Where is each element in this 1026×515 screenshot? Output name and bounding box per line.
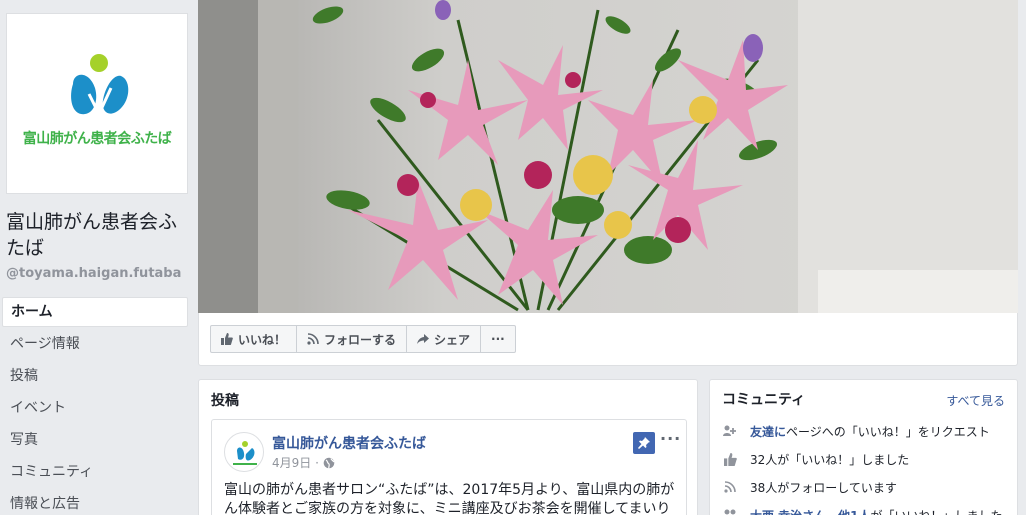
cover-photo[interactable] — [198, 0, 1018, 313]
likes-count-text: 32人が「いいね！」しました — [750, 452, 910, 467]
community-row-follows: 38人がフォローしています — [722, 477, 897, 497]
nav-item-info-ads[interactable]: 情報と広告 — [2, 489, 188, 515]
follow-label: フォローする — [324, 332, 397, 347]
rss-icon — [307, 333, 319, 345]
nav-item-events[interactable]: イベント — [2, 393, 188, 425]
flower-arrangement-image — [198, 0, 1018, 313]
thumbs-up-icon — [221, 333, 233, 345]
more-options-button[interactable]: ··· — [480, 325, 516, 353]
nav-item-community[interactable]: コミュニティ — [2, 457, 188, 489]
nav-item-about[interactable]: ページ情報 — [2, 329, 188, 361]
friends-liked-text: が「いいね！」しました — [871, 507, 1003, 515]
community-row-friends-liked: 大西 幸治さん、他1人 が「いいね！」しました — [722, 505, 1003, 515]
share-button[interactable]: シェア — [406, 325, 482, 353]
invite-friends-link[interactable]: 友達に — [750, 423, 786, 440]
nav-item-photos[interactable]: 写真 — [2, 425, 188, 457]
left-sidebar: 富山肺がん患者会ふたば 富山肺がん患者会ふたば @toyama.haigan.f… — [0, 0, 198, 515]
community-section: コミュニティ すべて見る 友達に ページへの「いいね！」をリクエスト 32人が「… — [709, 379, 1018, 515]
follows-count-text: 38人がフォローしています — [750, 480, 897, 495]
post-avatar[interactable] — [224, 432, 264, 472]
community-row-likes: 32人が「いいね！」しました — [722, 449, 909, 469]
ellipsis-icon: ··· — [491, 332, 505, 346]
see-all-link[interactable]: すべて見る — [946, 392, 1005, 409]
share-label: シェア — [434, 332, 471, 347]
pin-icon[interactable] — [633, 432, 655, 454]
sidebar-nav: ホーム ページ情報 投稿 イベント 写真 コミュニティ 情報と広告 — [2, 297, 188, 515]
nav-item-posts[interactable]: 投稿 — [2, 361, 188, 393]
invite-friends-icon — [722, 425, 738, 437]
community-title[interactable]: コミュニティ — [722, 389, 805, 409]
post-author[interactable]: 富山肺がん患者会ふたば — [272, 433, 426, 453]
like-label: いいね！ — [238, 332, 287, 347]
logo-text: 富山肺がん患者会ふたば — [22, 131, 172, 147]
post-date-text: 4月9日 · — [272, 456, 319, 470]
post-body: 富山の肺がん患者サロン“ふたば”は、2017年5月より、富山県内の肺がん体験者と… — [224, 482, 675, 515]
profile-picture[interactable]: 富山肺がん患者会ふたば — [6, 13, 188, 194]
page-title[interactable]: 富山肺がん患者会ふたば — [6, 209, 194, 261]
page-handle[interactable]: @toyama.haigan.futaba — [6, 266, 181, 281]
friends-icon — [722, 509, 738, 515]
invite-text: ページへの「いいね！」をリクエスト — [786, 424, 990, 439]
post-date[interactable]: 4月9日 · — [272, 454, 335, 471]
nav-item-home[interactable]: ホーム — [2, 297, 188, 327]
posts-title[interactable]: 投稿 — [211, 390, 239, 410]
share-arrow-icon — [417, 333, 430, 345]
globe-icon — [323, 457, 335, 469]
friends-liked-link[interactable]: 大西 幸治さん、他1人 — [750, 507, 871, 515]
follow-button[interactable]: フォローする — [296, 325, 408, 353]
thumbs-up-icon — [722, 452, 738, 466]
pinned-post: 富山肺がん患者会ふたば 4月9日 · ··· 富山の肺がん患者サロン“ふたば”は… — [211, 419, 687, 515]
page-action-bar: いいね！ フォローする シェア ··· — [210, 325, 516, 353]
futaba-logo-small-icon — [233, 441, 257, 465]
futaba-logo-icon — [71, 54, 129, 118]
post-more-options-icon[interactable]: ··· — [660, 429, 681, 448]
posts-section: 投稿 富山肺がん患者会ふたば 4月9日 · ··· 富山の肺がん患者サロン“ふた… — [198, 379, 698, 515]
rss-icon — [722, 481, 738, 493]
community-row-invite: 友達に ページへの「いいね！」をリクエスト — [722, 421, 990, 441]
like-button[interactable]: いいね！ — [210, 325, 298, 353]
